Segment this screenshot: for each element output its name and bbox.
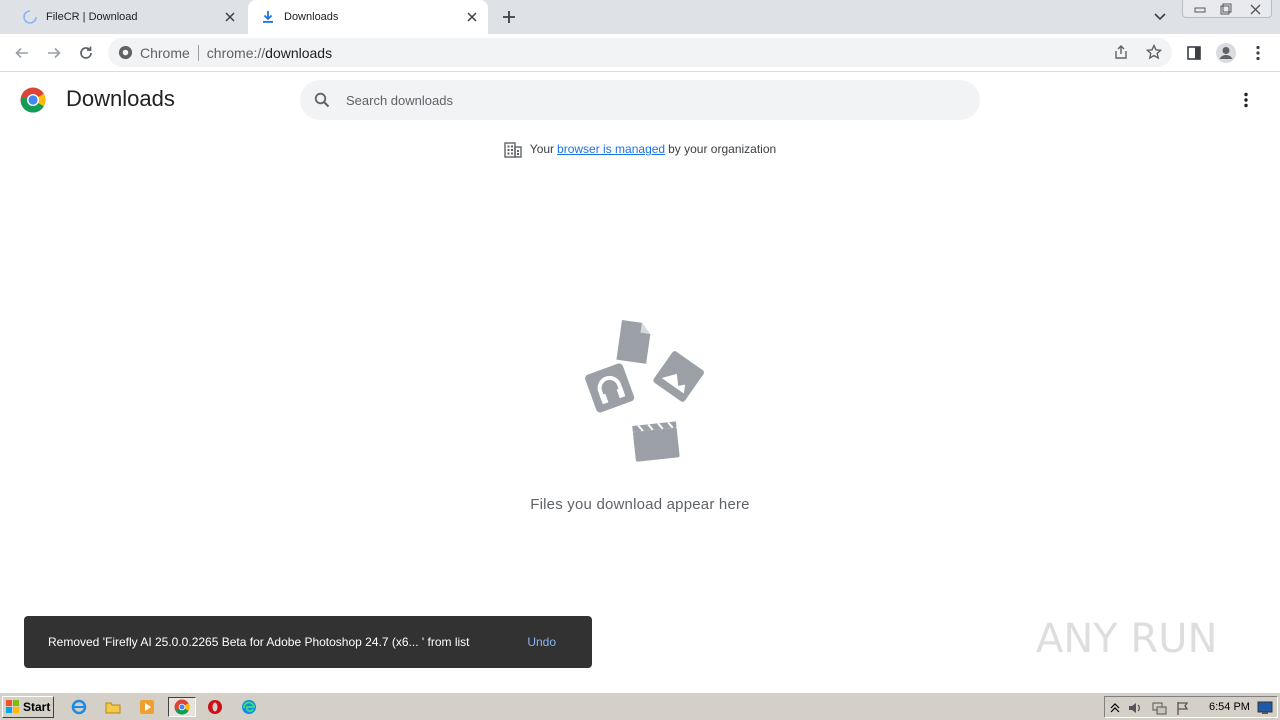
chevron-down-icon [1154,13,1166,21]
search-input[interactable] [346,92,906,108]
profile-button[interactable] [1214,41,1238,65]
chrome-menu-button[interactable] [1246,41,1270,65]
forward-arrow-icon [48,47,61,59]
windows-flag-icon [6,700,20,714]
anyrun-watermark: ANY RUN [1036,606,1236,666]
close-tab-icon[interactable] [464,9,480,25]
reload-button[interactable] [74,41,98,65]
site-label: Chrome [140,44,190,61]
undo-button[interactable]: Undo [527,635,556,649]
removed-toast: Removed 'Firefly AI 25.0.0.2265 Beta for… [24,616,592,668]
url-text: chrome://downloads [206,44,333,61]
empty-state-text: Files you download appear here [530,496,750,513]
bookmark-star-icon[interactable] [1145,43,1163,63]
managed-suffix: by your organization [668,142,777,156]
downloads-menu-button[interactable] [1234,88,1258,112]
windows-taskbar: Start 6:54 PM [0,692,1280,720]
managed-prefix: Your [529,142,555,156]
minimize-button[interactable] [1189,0,1211,18]
back-button[interactable] [10,41,34,65]
empty-downloads-illustration [570,312,710,472]
chrome-icon[interactable] [168,697,196,717]
restore-icon [1220,3,1232,15]
minimize-icon [1194,7,1206,13]
restore-button[interactable] [1215,0,1237,18]
watermark-text: ANY RUN [1036,616,1217,662]
plus-icon [503,11,515,23]
search-box[interactable] [300,80,980,120]
tab-filecr[interactable]: FileCR | Download [8,0,246,34]
tab-title: Downloads [284,11,339,23]
tab-title: FileCR | Download [46,11,138,23]
share-icon[interactable] [1113,44,1129,63]
side-panel-button[interactable] [1182,41,1206,65]
explorer-icon[interactable] [102,697,124,717]
document-icon [616,320,651,364]
browser-toolbar: Chrome chrome://downloads [0,34,1280,72]
close-tab-icon[interactable] [222,9,238,25]
forward-button[interactable] [42,41,66,65]
system-tray: 6:54 PM [1104,696,1278,718]
side-panel-icon [1187,46,1201,60]
action-center-flag-icon[interactable] [1175,700,1191,716]
chrome-logo-icon [20,87,46,113]
omnibox-separator [197,44,199,61]
window-controls [1182,0,1272,18]
start-label: Start [23,700,51,714]
downloads-header: Downloads [0,72,1280,128]
tray-expand-icon[interactable] [1107,700,1123,716]
close-window-button[interactable] [1243,0,1267,18]
tab-search-button[interactable] [1150,7,1170,27]
volume-icon[interactable] [1127,700,1143,716]
opera-icon[interactable] [204,697,226,717]
more-vert-icon [1256,45,1260,61]
network-icon[interactable] [1151,700,1167,716]
media-player-icon[interactable] [136,697,158,717]
page-title: Downloads [66,86,175,111]
show-desktop-icon[interactable] [1257,700,1273,716]
audio-icon [585,363,635,413]
search-icon [312,90,332,110]
browser-managed-link[interactable]: browser is managed [557,142,665,156]
toast-message: Removed 'Firefly AI 25.0.0.2265 Beta for… [48,635,470,649]
reload-icon [80,46,92,59]
taskbar-clock: 6:54 PM [1209,701,1250,713]
avatar-icon [1216,43,1236,63]
edge-icon[interactable] [238,697,260,717]
start-button[interactable]: Start [2,696,54,718]
tab-strip: FileCR | Download Downloads [0,0,1280,34]
close-icon [1250,4,1260,14]
download-icon [260,9,276,25]
building-icon [504,140,522,158]
ie-icon[interactable] [68,697,90,717]
managed-notice: Your browser is managed by your organiza… [0,140,1280,158]
tab-downloads[interactable]: Downloads [248,0,488,34]
chrome-site-icon [118,45,134,61]
address-bar[interactable]: Chrome chrome://downloads [108,38,1172,67]
video-icon [632,421,680,462]
new-tab-button[interactable] [498,6,520,28]
loading-spinner-icon [22,9,38,25]
more-vert-icon [1244,92,1248,108]
back-arrow-icon [15,47,28,59]
image-icon [653,351,704,402]
